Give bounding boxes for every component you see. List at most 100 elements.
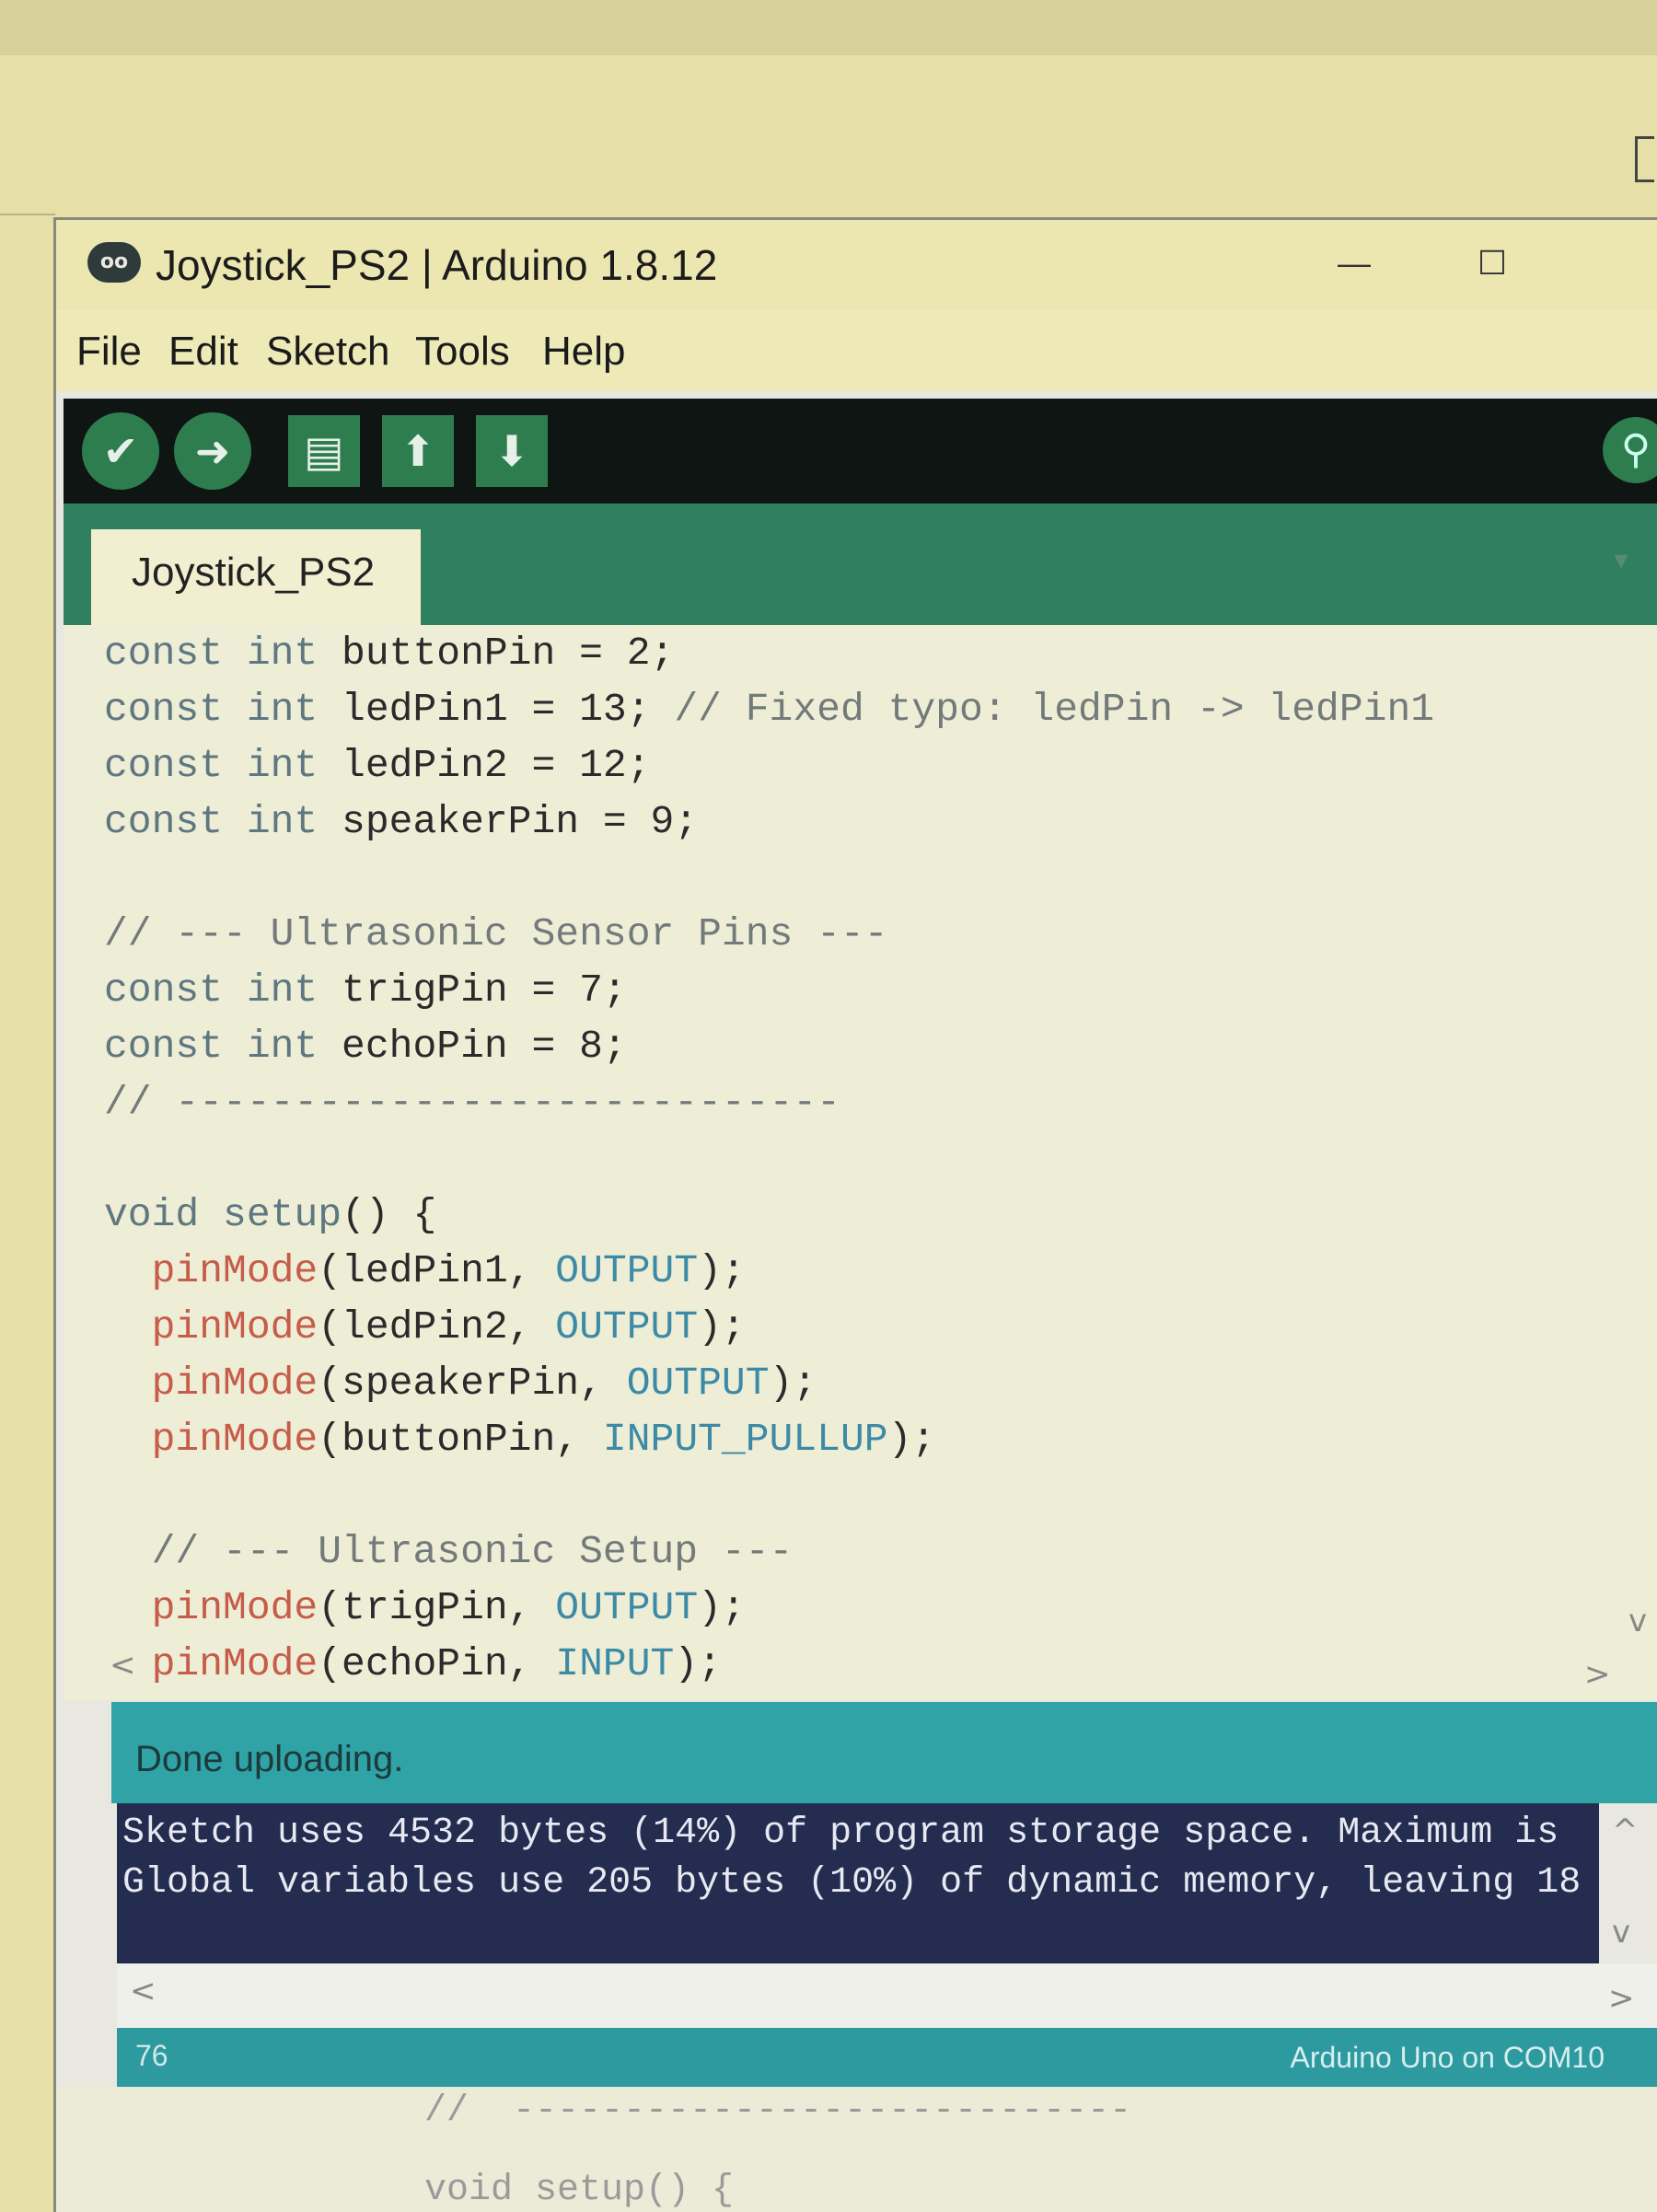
code-token: (trigPin,: [318, 1585, 556, 1630]
maximize-button[interactable]: ☐: [1465, 238, 1520, 288]
menu-edit[interactable]: Edit: [168, 329, 238, 375]
code-line[interactable]: const int ledPin1 = 13; // Fixed typo: l…: [104, 681, 1434, 737]
code-token: // Fixed typo: ledPin -> ledPin1: [674, 687, 1435, 732]
code-line[interactable]: // --- Ultrasonic Sensor Pins ---: [104, 906, 1434, 962]
code-token: echoPin = 8;: [318, 1024, 627, 1069]
menu-sketch[interactable]: Sketch: [266, 329, 390, 375]
save-button[interactable]: ⬇: [476, 415, 548, 487]
code-line[interactable]: // ----------------------------: [104, 1074, 1434, 1130]
code-token: );: [769, 1361, 817, 1406]
tab-label: Joystick_PS2: [132, 550, 376, 595]
code-token: // ----------------------------: [104, 1080, 840, 1125]
editor-scroll-left-icon[interactable]: <: [110, 1647, 136, 1684]
serial-monitor-button[interactable]: ⚲: [1603, 417, 1657, 483]
code-token: pinMode: [151, 1417, 319, 1462]
console-scroll-left-icon[interactable]: <: [130, 1973, 156, 2009]
menu-file[interactable]: File: [76, 329, 142, 375]
toolbar: ✔ ➜ ▤ ⬆ ⬇ ⚲: [64, 399, 1657, 504]
code-token: ledPin1 = 13;: [318, 687, 675, 732]
desktop-divider: [0, 214, 55, 215]
menu-tools[interactable]: Tools: [415, 329, 510, 375]
code-token: const int: [104, 743, 319, 788]
background-editor-text: // ---------------------------- void set…: [56, 2087, 1657, 2212]
status-message: Done uploading.: [135, 1739, 404, 1779]
desktop-top-strip: [0, 0, 1657, 55]
check-icon: ✔: [102, 426, 139, 476]
code-line[interactable]: [104, 1130, 1434, 1187]
console-scroll-right-icon[interactable]: >: [1608, 1980, 1635, 2017]
tab-menu-button[interactable]: ▾: [1601, 540, 1641, 581]
code-line[interactable]: pinMode(speakerPin, OUTPUT);: [104, 1355, 1434, 1411]
code-text[interactable]: const int buttonPin = 2; const int ledPin…: [104, 625, 1434, 1692]
code-token: pinMode: [151, 1248, 319, 1293]
code-editor[interactable]: const int buttonPin = 2; const int ledPin…: [64, 625, 1657, 1700]
code-token: INPUT: [555, 1641, 675, 1686]
code-token: );: [698, 1248, 746, 1293]
code-line[interactable]: pinMode(buttonPin, INPUT_PULLUP);: [104, 1411, 1434, 1467]
code-token: (ledPin2,: [318, 1304, 556, 1349]
code-token: speakerPin = 9;: [318, 799, 699, 844]
code-token: const int: [104, 631, 319, 676]
code-token: (speakerPin,: [318, 1361, 627, 1406]
console-scroll-down-icon[interactable]: v: [1612, 1914, 1630, 1951]
code-token: trigPin = 7;: [318, 967, 627, 1013]
editor-scroll-down-icon[interactable]: v: [1628, 1603, 1647, 1639]
code-line[interactable]: const int speakerPin = 9;: [104, 793, 1434, 850]
footer-bar: 76 Arduino Uno on COM10: [117, 2028, 1657, 2087]
console-output[interactable]: Sketch uses 4532 bytes (14%) of program …: [117, 1803, 1599, 1963]
code-token: // --- Ultrasonic Sensor Pins ---: [104, 911, 888, 956]
code-token: pinMode: [151, 1585, 319, 1630]
arduino-ide-window: oo Joystick_PS2 | Arduino 1.8.12 — ☐ Fil…: [53, 217, 1657, 2212]
minimize-button[interactable]: —: [1327, 238, 1382, 288]
code-token: setup: [223, 1192, 342, 1237]
code-line[interactable]: pinMode(ledPin1, OUTPUT);: [104, 1243, 1434, 1299]
code-token: const int: [104, 1024, 319, 1069]
editor-scroll-right-icon[interactable]: >: [1584, 1656, 1611, 1693]
code-token: );: [698, 1304, 746, 1349]
magnifier-icon: ⚲: [1620, 426, 1651, 473]
code-line[interactable]: const int buttonPin = 2;: [104, 625, 1434, 681]
upload-button[interactable]: ➜: [174, 412, 251, 490]
code-token: OUTPUT: [626, 1361, 770, 1406]
console-scroll-up-icon[interactable]: ^: [1612, 1812, 1639, 1849]
code-line[interactable]: // --- Ultrasonic Setup ---: [104, 1523, 1434, 1580]
code-token: );: [887, 1417, 936, 1462]
arduino-logo-icon: oo: [87, 242, 141, 283]
code-token: OUTPUT: [555, 1585, 699, 1630]
code-token: );: [674, 1641, 722, 1686]
console-horizontal-scrollbar[interactable]: < >: [117, 1963, 1657, 2028]
code-token: const int: [104, 967, 319, 1013]
verify-button[interactable]: ✔: [82, 412, 159, 490]
open-button[interactable]: ⬆: [382, 415, 454, 487]
code-token: void: [104, 1192, 200, 1237]
chevron-down-icon: ▾: [1614, 545, 1628, 575]
tab-joystick-ps2[interactable]: Joystick_PS2: [91, 529, 421, 625]
code-line[interactable]: const int ledPin2 = 12;: [104, 737, 1434, 793]
code-token: ledPin2 = 12;: [318, 743, 651, 788]
code-line[interactable]: const int trigPin = 7;: [104, 962, 1434, 1018]
code-line[interactable]: [104, 850, 1434, 906]
code-line[interactable]: void setup() {: [104, 1187, 1434, 1243]
background-window-edge: [1635, 136, 1654, 182]
menu-bar: File Edit Sketch Tools Help: [56, 310, 1657, 391]
code-token: OUTPUT: [555, 1304, 699, 1349]
new-sketch-button[interactable]: ▤: [288, 415, 360, 487]
code-line[interactable]: const int echoPin = 8;: [104, 1018, 1434, 1074]
arrow-down-icon: ⬇: [493, 426, 530, 476]
title-bar[interactable]: oo Joystick_PS2 | Arduino 1.8.12 — ☐: [56, 220, 1657, 310]
tab-bar: Joystick_PS2 ▾: [64, 504, 1657, 625]
code-token: () {: [342, 1192, 437, 1237]
code-line[interactable]: pinMode(trigPin, OUTPUT);: [104, 1580, 1434, 1636]
code-line[interactable]: [104, 1467, 1434, 1523]
code-line[interactable]: pinMode(echoPin, INPUT);: [104, 1636, 1434, 1692]
code-token: const int: [104, 687, 319, 732]
window-title: Joystick_PS2 | Arduino 1.8.12: [156, 241, 718, 289]
code-line[interactable]: pinMode(ledPin2, OUTPUT);: [104, 1299, 1434, 1355]
line-number: 76: [135, 2039, 168, 2072]
underlay-line: void setup() {: [424, 2170, 735, 2211]
console-line: Global variables use 205 bytes (10%) of …: [122, 1862, 1582, 1904]
menu-help[interactable]: Help: [542, 329, 626, 375]
